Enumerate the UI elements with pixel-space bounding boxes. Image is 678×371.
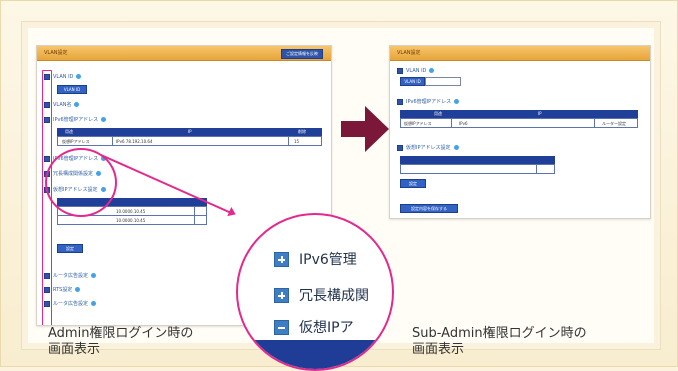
save-settings-button[interactable]: 設定内容を保存する (400, 204, 458, 213)
page-frame: VLAN設定 ご設定情報を反映 VLAN ID VLAN ID VLAN名 IP… (0, 0, 678, 371)
admin-ip-table-row: 仮想IPアドレス IPv6 78.192.10.64 15 (57, 136, 322, 146)
collapse-icon (397, 67, 403, 74)
admin-caption-line-2: 画面表示 (48, 342, 101, 357)
help-icon (429, 68, 435, 73)
apply-settings-button[interactable]: ご設定情報を反映 (281, 49, 323, 59)
collapse-icon (397, 144, 403, 151)
help-icon (76, 74, 82, 79)
sub-admin-title-bar: VLAN設定 (390, 46, 650, 61)
help-icon (454, 99, 460, 104)
help-icon (75, 287, 81, 292)
comparison-panel: VLAN設定 ご設定情報を反映 VLAN ID VLAN ID VLAN名 IP… (21, 21, 661, 371)
admin-caption: Admin権限ログイン時の 画面表示 (48, 326, 248, 358)
zoom-row-ipv6: IPv6管理 (274, 245, 357, 273)
sub-admin-caption: Sub-Admin権限ログイン時の 画面表示 (412, 326, 632, 358)
help-icon (453, 145, 459, 150)
virtual-ip-settings-button[interactable]: 設定 (57, 244, 83, 253)
sub-admin-screen: VLAN設定 VLAN ID VLAN ID IPv6管理IPアドレス 用途 IP… (389, 45, 651, 219)
collapse-icon (397, 98, 403, 105)
zoom-row-redundancy: 冗長構成関 (274, 281, 369, 309)
expand-icon (274, 251, 289, 267)
sub-admin-vlan-id-row: VLAN ID (397, 67, 435, 75)
sub-admin-table-header: 用途 IP (400, 110, 638, 118)
vlan-id-field[interactable]: VLAN ID (57, 85, 87, 94)
help-icon (91, 301, 97, 306)
sub-admin-ipv6-row: IPv6管理IPアドレス (397, 98, 460, 106)
zoom-row-virtual-ip: 仮想IPア (274, 313, 354, 341)
sub-admin-settings-button[interactable]: 設定 (400, 179, 426, 188)
admin-caption-line-1: Admin権限ログイン時の (48, 326, 194, 341)
ipv6-admin-row: IPv6管理IPアドレス (44, 116, 107, 124)
comparison-arrow (341, 106, 389, 152)
sub-admin-virtual-table-row (400, 164, 555, 174)
collapse-icon (274, 319, 289, 335)
admin-ip-table-header: 用途 IP 削除 (57, 128, 322, 136)
sub-admin-vlan-id-button[interactable]: VLAN ID (400, 77, 425, 86)
help-icon (74, 102, 80, 107)
sub-admin-caption-line-2: 画面表示 (412, 342, 465, 357)
sub-admin-vlan-id-input[interactable] (425, 77, 461, 86)
sub-admin-virtual-table-header (400, 156, 555, 164)
help-icon (91, 273, 97, 278)
zoom-callout: IPv6管理 冗長構成関 仮想IPア (236, 213, 394, 371)
sub-admin-caption-line-1: Sub-Admin権限ログイン時の (412, 326, 587, 341)
help-icon (101, 117, 107, 122)
zoom-table-header (238, 340, 392, 369)
sub-admin-table-row: 仮想IPアドレス IPv6 ルーター設定 (400, 118, 638, 128)
expand-icon (274, 287, 289, 303)
sub-admin-virtual-ip-row: 仮想IPアドレス設定 (397, 144, 459, 152)
